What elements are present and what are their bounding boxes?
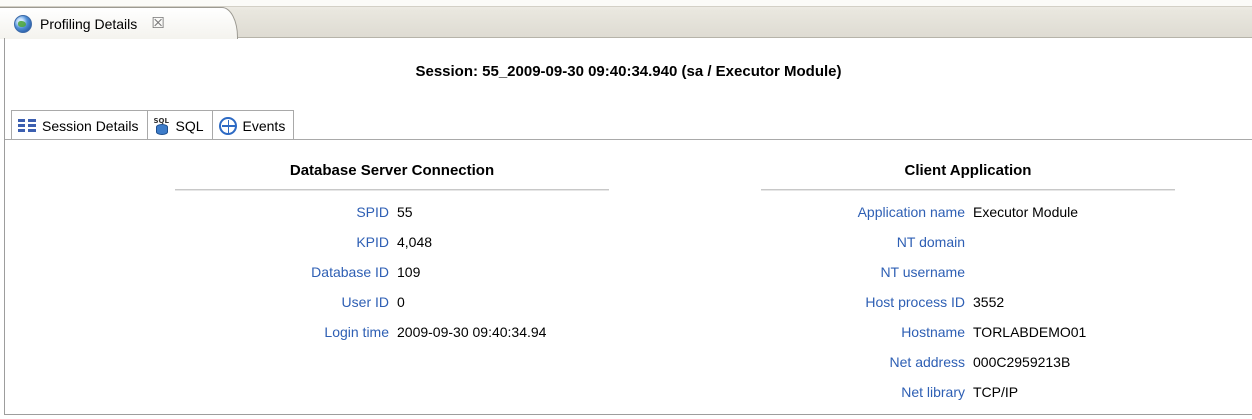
field-label: NT domain (896, 234, 965, 250)
field-row-user-id: User ID 0 (175, 292, 609, 312)
view-tab-label: Profiling Details (40, 15, 138, 32)
field-label: Hostname (901, 324, 965, 340)
field-row-login-time: Login time 2009-09-30 09:40:34.94 (175, 322, 609, 342)
field-label: Application name (857, 204, 965, 220)
session-header: Session: 55_2009-09-30 09:40:34.940 (sa … (5, 38, 1252, 104)
field-label: KPID (356, 234, 389, 250)
session-title: Session: 55_2009-09-30 09:40:34.940 (sa … (415, 63, 842, 80)
field-label: SPID (356, 204, 389, 220)
field-row-host-process-id: Host process ID 3552 (761, 292, 1175, 312)
events-icon (218, 116, 237, 135)
section-title: Client Application (904, 162, 1032, 179)
field-value: TORLABDEMO01 (973, 324, 1087, 340)
field-row-hostname: Hostname TORLABDEMO01 (761, 322, 1175, 342)
field-value: 109 (397, 264, 421, 280)
view-tab-bar: Profiling Details ☒ (0, 0, 1252, 39)
field-value: 4,048 (397, 234, 433, 250)
field-value: 0 (397, 294, 405, 310)
field-label: Database ID (311, 264, 389, 280)
section-divider (761, 189, 1175, 191)
field-row-net-address: Net address 000C2959213B (761, 352, 1175, 372)
tab-sql[interactable]: SQL SQL (147, 110, 213, 140)
section-title: Database Server Connection (289, 162, 495, 179)
field-row-kpid: KPID 4,048 (175, 232, 609, 252)
field-label: Host process ID (865, 294, 965, 310)
sql-database-icon: SQL (154, 117, 170, 135)
field-row-spid: SPID 55 (175, 202, 609, 222)
tab-events[interactable]: Events (212, 110, 295, 140)
section-divider (175, 189, 609, 191)
tab-label: Events (242, 117, 286, 134)
detail-tabs: Session Details SQL SQL Events (11, 110, 295, 140)
list-icon (18, 118, 36, 133)
session-details-content: Database Server Connection SPID 55 KPID … (5, 139, 1252, 415)
field-value: 55 (397, 204, 413, 220)
field-label: Net address (889, 354, 965, 370)
field-row-nt-username: NT username (761, 262, 1175, 282)
close-icon[interactable]: ☒ (151, 16, 164, 31)
view-tab-profiling-details[interactable]: Profiling Details ☒ (0, 7, 238, 39)
field-value: TCP/IP (973, 384, 1019, 400)
field-row-net-library: Net library TCP/IP (761, 382, 1175, 402)
field-value: Executor Module (973, 204, 1079, 220)
field-label: Net library (901, 384, 965, 400)
field-row-nt-domain: NT domain (761, 232, 1175, 252)
field-label: NT username (880, 264, 965, 280)
profiling-details-panel: Session: 55_2009-09-30 09:40:34.940 (sa … (4, 38, 1252, 415)
field-row-database-id: Database ID 109 (175, 262, 609, 282)
globe-icon (14, 14, 32, 33)
field-value: 2009-09-30 09:40:34.94 (397, 324, 547, 340)
field-label: User ID (341, 294, 389, 310)
field-value: 3552 (973, 294, 1005, 310)
tab-label: SQL (175, 117, 204, 134)
field-value: 000C2959213B (973, 354, 1071, 370)
tab-session-details[interactable]: Session Details (11, 110, 148, 140)
field-row-application-name: Application name Executor Module (761, 202, 1175, 222)
tab-label: Session Details (42, 117, 139, 134)
field-label: Login time (324, 324, 389, 340)
